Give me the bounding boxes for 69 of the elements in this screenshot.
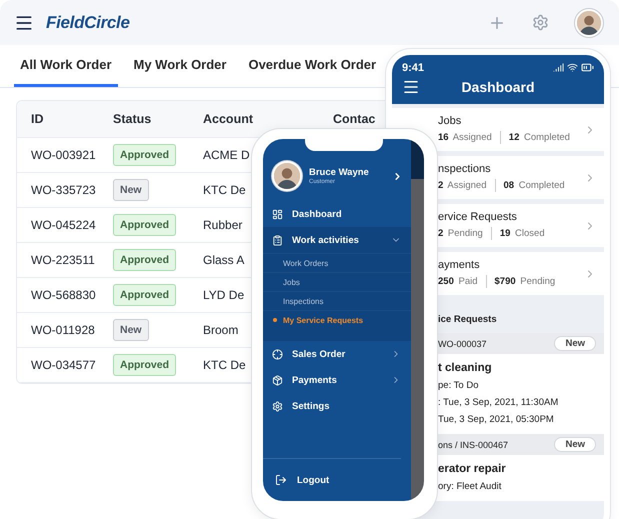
stat-text: 250 Paid [438,276,478,287]
stat-text: 2 Assigned [438,180,486,191]
status-badge: Approved [113,144,176,166]
signal-icon [553,62,564,73]
status-badge: Approved [113,214,176,236]
table-cell: KTC De [203,183,246,197]
user-name: Bruce Wayne [309,167,370,178]
request-detail: ory: Fleet Audit [438,481,502,492]
table-cell: WO-335723 [31,183,96,197]
stat-text: 16 Assigned [438,132,492,143]
tab[interactable]: My Work Order [128,45,232,87]
table-cell: ACME D [203,148,250,162]
request-detail: Tue, 3 Sep, 2021, 05:30PM [438,414,555,425]
request-ref: ons / INS-000467 [438,440,508,450]
table-cell: WO-568830 [31,288,96,302]
stat-text: 2 Pending [438,228,483,239]
card-title: ervice Requests [438,211,518,223]
status-badge: Approved [113,284,176,306]
stat-text: 08 Completed [504,180,565,191]
table-cell: WO-045224 [31,218,96,232]
status-badge: Approved [113,354,176,376]
menu-icon[interactable] [402,78,420,96]
tab[interactable]: Overdue Work Order [242,45,382,87]
battery-icon [581,61,594,74]
request-title: t cleaning [438,362,493,374]
avatar-icon [577,10,601,34]
section-title: ice Requests [437,313,498,327]
table-cell: WO-034577 [31,358,96,372]
request-detail: : Tue, 3 Sep, 2021, 11:30AM [438,397,560,408]
status-badge: New [113,179,149,201]
column-header: Status [113,112,152,126]
user-avatar[interactable] [575,8,603,36]
stat-text: 12 Completed [508,132,570,143]
box-icon [272,374,283,386]
status-time: 9:41 [402,62,424,74]
table-cell: WO-223511 [31,253,95,267]
tab[interactable]: All Work Order [14,45,118,87]
status-badge: Approved [113,249,176,271]
column-header: Account [203,112,254,126]
request-ref: WO-000037 [438,338,487,348]
card-title: nspections [438,163,492,175]
card-title: ayments [438,259,481,271]
avatar-icon [274,163,300,189]
menu-item[interactable]: Work activities [263,227,411,253]
request-detail: pe: To Do [438,380,480,391]
settings-icon [272,400,283,412]
logout-icon [275,474,287,486]
table-cell: Broom [203,323,238,337]
status-badge: New [113,319,149,341]
request-title: erator repair [438,463,507,475]
card-title: Jobs [438,115,462,127]
stat-text: $790 Pending [494,276,556,287]
status-pill: New [554,336,596,351]
stat-text: 19 Closed [500,228,545,239]
table-cell: KTC De [203,358,246,372]
user-avatar[interactable] [272,161,302,191]
clipboard-icon [272,234,283,246]
logo: FieldCircle [46,12,130,32]
status-pill: New [554,437,596,452]
screen-title: Dashboard [460,79,536,95]
target-icon [272,348,283,360]
table-cell: WO-011928 [31,323,95,337]
dashboard-icon [272,208,283,220]
table-cell: WO-003921 [31,148,96,162]
table-cell: Glass A [203,253,244,267]
table-cell: LYD De [203,288,244,302]
wifi-icon [567,62,578,73]
column-header: ID [31,112,44,126]
table-cell: Rubber [203,218,242,232]
